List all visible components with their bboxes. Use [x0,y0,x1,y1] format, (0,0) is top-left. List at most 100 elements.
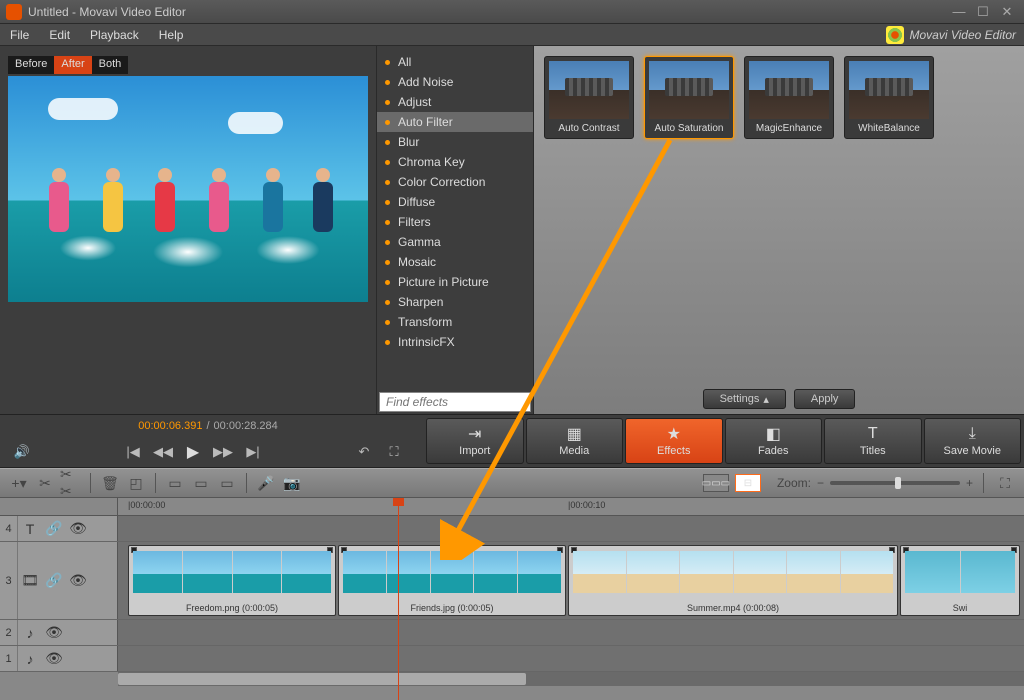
undo-button[interactable]: ↶ [352,440,376,464]
maximize-button[interactable]: ☐ [972,3,994,21]
effect-category-item[interactable]: IntrinsicFX [377,332,533,352]
effect-category-item[interactable]: Chroma Key [377,152,533,172]
total-time: 00:00:28.284 [214,420,278,432]
timeline-scrollbar[interactable] [0,672,1024,686]
main-tabs: ⇥Import▦Media★Effects◧FadesTTitles⤓Save … [416,415,1024,467]
effects-category-list: AllAdd NoiseAdjustAuto FilterBlurChroma … [376,46,534,414]
find-effects-input[interactable] [379,392,531,412]
preview-viewport[interactable] [8,76,368,302]
track-eye-icon[interactable]: 👁 [66,516,90,541]
time-display: 00:00:06.391 / 00:00:28.284 [0,415,416,437]
view-storyboard-button[interactable]: ▭▭▭ [703,474,729,492]
menu-file[interactable]: File [0,28,39,42]
fit-icon[interactable]: ⛶ [994,472,1016,494]
effect-thumbnail[interactable]: Auto Contrast [544,56,634,139]
play-button[interactable]: ▶ [181,440,205,464]
menu-help[interactable]: Help [149,28,194,42]
video-clip[interactable]: Freedom.png (0:00:05) [128,545,336,616]
track-eye-icon[interactable]: 👁 [66,542,90,619]
video-clip[interactable]: Summer.mp4 (0:00:08) [568,545,898,616]
add-track-icon[interactable]: +▾ [8,472,30,494]
track-1-body[interactable] [118,646,1024,671]
effect-category-item[interactable]: Blur [377,132,533,152]
delete-icon[interactable]: 🗑 [99,472,121,494]
effect-category-item[interactable]: Mosaic [377,252,533,272]
effect-category-item[interactable]: All [377,52,533,72]
cut-all-icon[interactable]: ✂✂ [60,472,82,494]
main-tab-effects[interactable]: ★Effects [625,418,723,464]
main-tab-titles[interactable]: TTitles [824,418,922,464]
track-mute-icon[interactable]: 👁 [42,646,66,671]
close-button[interactable]: ✕ [996,3,1018,21]
effect-category-item[interactable]: Picture in Picture [377,272,533,292]
playhead[interactable] [398,498,399,700]
zoom-label: Zoom: [777,476,811,490]
timeline: |00:00:00|00:00:10 4T🔗👁 3🎞🔗👁 Freedom.png… [0,498,1024,700]
chevron-up-icon: ▴ [763,393,769,406]
volume-icon[interactable]: 🔊 [10,440,34,464]
main-tab-save-movie[interactable]: ⤓Save Movie [924,418,1022,464]
effect-category-item[interactable]: Filters [377,212,533,232]
video-clip[interactable]: Friends.jpg (0:00:05) [338,545,566,616]
time-ruler[interactable]: |00:00:00|00:00:10 [118,498,1024,515]
track-2-body[interactable] [118,620,1024,645]
zoom-slider[interactable] [830,481,960,485]
title-bar: Untitled - Movavi Video Editor — ☐ ✕ [0,0,1024,24]
effect-thumbnail[interactable]: Auto Saturation [644,56,734,139]
effect-category-item[interactable]: Adjust [377,92,533,112]
menu-bar: File Edit Playback Help Movavi Video Edi… [0,24,1024,46]
window-title: Untitled - Movavi Video Editor [28,5,946,19]
effect-thumbnail[interactable]: WhiteBalance [844,56,934,139]
tool2-icon[interactable]: ▭ [190,472,212,494]
app-icon [6,4,22,20]
effect-category-item[interactable]: Auto Filter [377,112,533,132]
apply-button[interactable]: Apply [794,389,856,409]
timeline-toolbar: +▾ ✂ ✂✂ 🗑 ◰ ▭ ▭ ▭ 🎤 📷 ▭▭▭ ⊟ Zoom: − + ⛶ [0,468,1024,498]
preview-tabs: Before After Both [8,56,376,74]
effect-category-item[interactable]: Sharpen [377,292,533,312]
preview-tab-before[interactable]: Before [8,56,54,74]
effect-category-item[interactable]: Color Correction [377,172,533,192]
settings-button[interactable]: Settings▴ [703,389,786,409]
audio-track-icon[interactable]: ♪ [18,646,42,671]
cut-icon[interactable]: ✂ [34,472,56,494]
snapshot-icon[interactable]: 📷 [281,472,303,494]
effect-thumbnail[interactable]: MagicEnhance [744,56,834,139]
record-icon[interactable]: 🎤 [255,472,277,494]
preview-tab-after[interactable]: After [54,56,91,74]
video-track-icon[interactable]: 🎞 [18,542,42,619]
preview-tab-both[interactable]: Both [92,56,129,74]
menu-playback[interactable]: Playback [80,28,149,42]
track-4-body[interactable] [118,516,1024,541]
rewind-button[interactable]: ◀◀ [151,440,175,464]
forward-button[interactable]: ▶▶ [211,440,235,464]
view-timeline-button[interactable]: ⊟ [735,474,761,492]
minimize-button[interactable]: — [948,3,970,21]
preview-pane: Before After Both [0,46,376,414]
zoom-minus-icon[interactable]: − [817,476,824,490]
main-tab-media[interactable]: ▦Media [526,418,624,464]
track-3-body[interactable]: Freedom.png (0:00:05)Friends.jpg (0:00:0… [118,542,1024,619]
prev-button[interactable]: |◀ [121,440,145,464]
title-track-icon[interactable]: T [18,516,42,541]
menu-edit[interactable]: Edit [39,28,80,42]
main-tab-fades[interactable]: ◧Fades [725,418,823,464]
zoom-plus-icon[interactable]: + [966,476,973,490]
video-clip[interactable]: Swi [900,545,1020,616]
effects-thumbnails-panel: Auto ContrastAuto SaturationMagicEnhance… [534,46,1024,414]
effect-category-item[interactable]: Transform [377,312,533,332]
main-tab-import[interactable]: ⇥Import [426,418,524,464]
track-link-icon[interactable]: 🔗 [42,516,66,541]
effect-category-item[interactable]: Gamma [377,232,533,252]
audio-track-icon[interactable]: ♪ [18,620,42,645]
track-mute-icon[interactable]: 👁 [42,620,66,645]
crop-icon[interactable]: ◰ [125,472,147,494]
fullscreen-icon[interactable]: ⛶ [382,440,406,464]
tool3-icon[interactable]: ▭ [216,472,238,494]
tool1-icon[interactable]: ▭ [164,472,186,494]
effect-category-item[interactable]: Diffuse [377,192,533,212]
player-controls: 00:00:06.391 / 00:00:28.284 🔊 |◀ ◀◀ ▶ ▶▶… [0,415,416,467]
effect-category-item[interactable]: Add Noise [377,72,533,92]
next-button[interactable]: ▶| [241,440,265,464]
track-link-icon[interactable]: 🔗 [42,542,66,619]
